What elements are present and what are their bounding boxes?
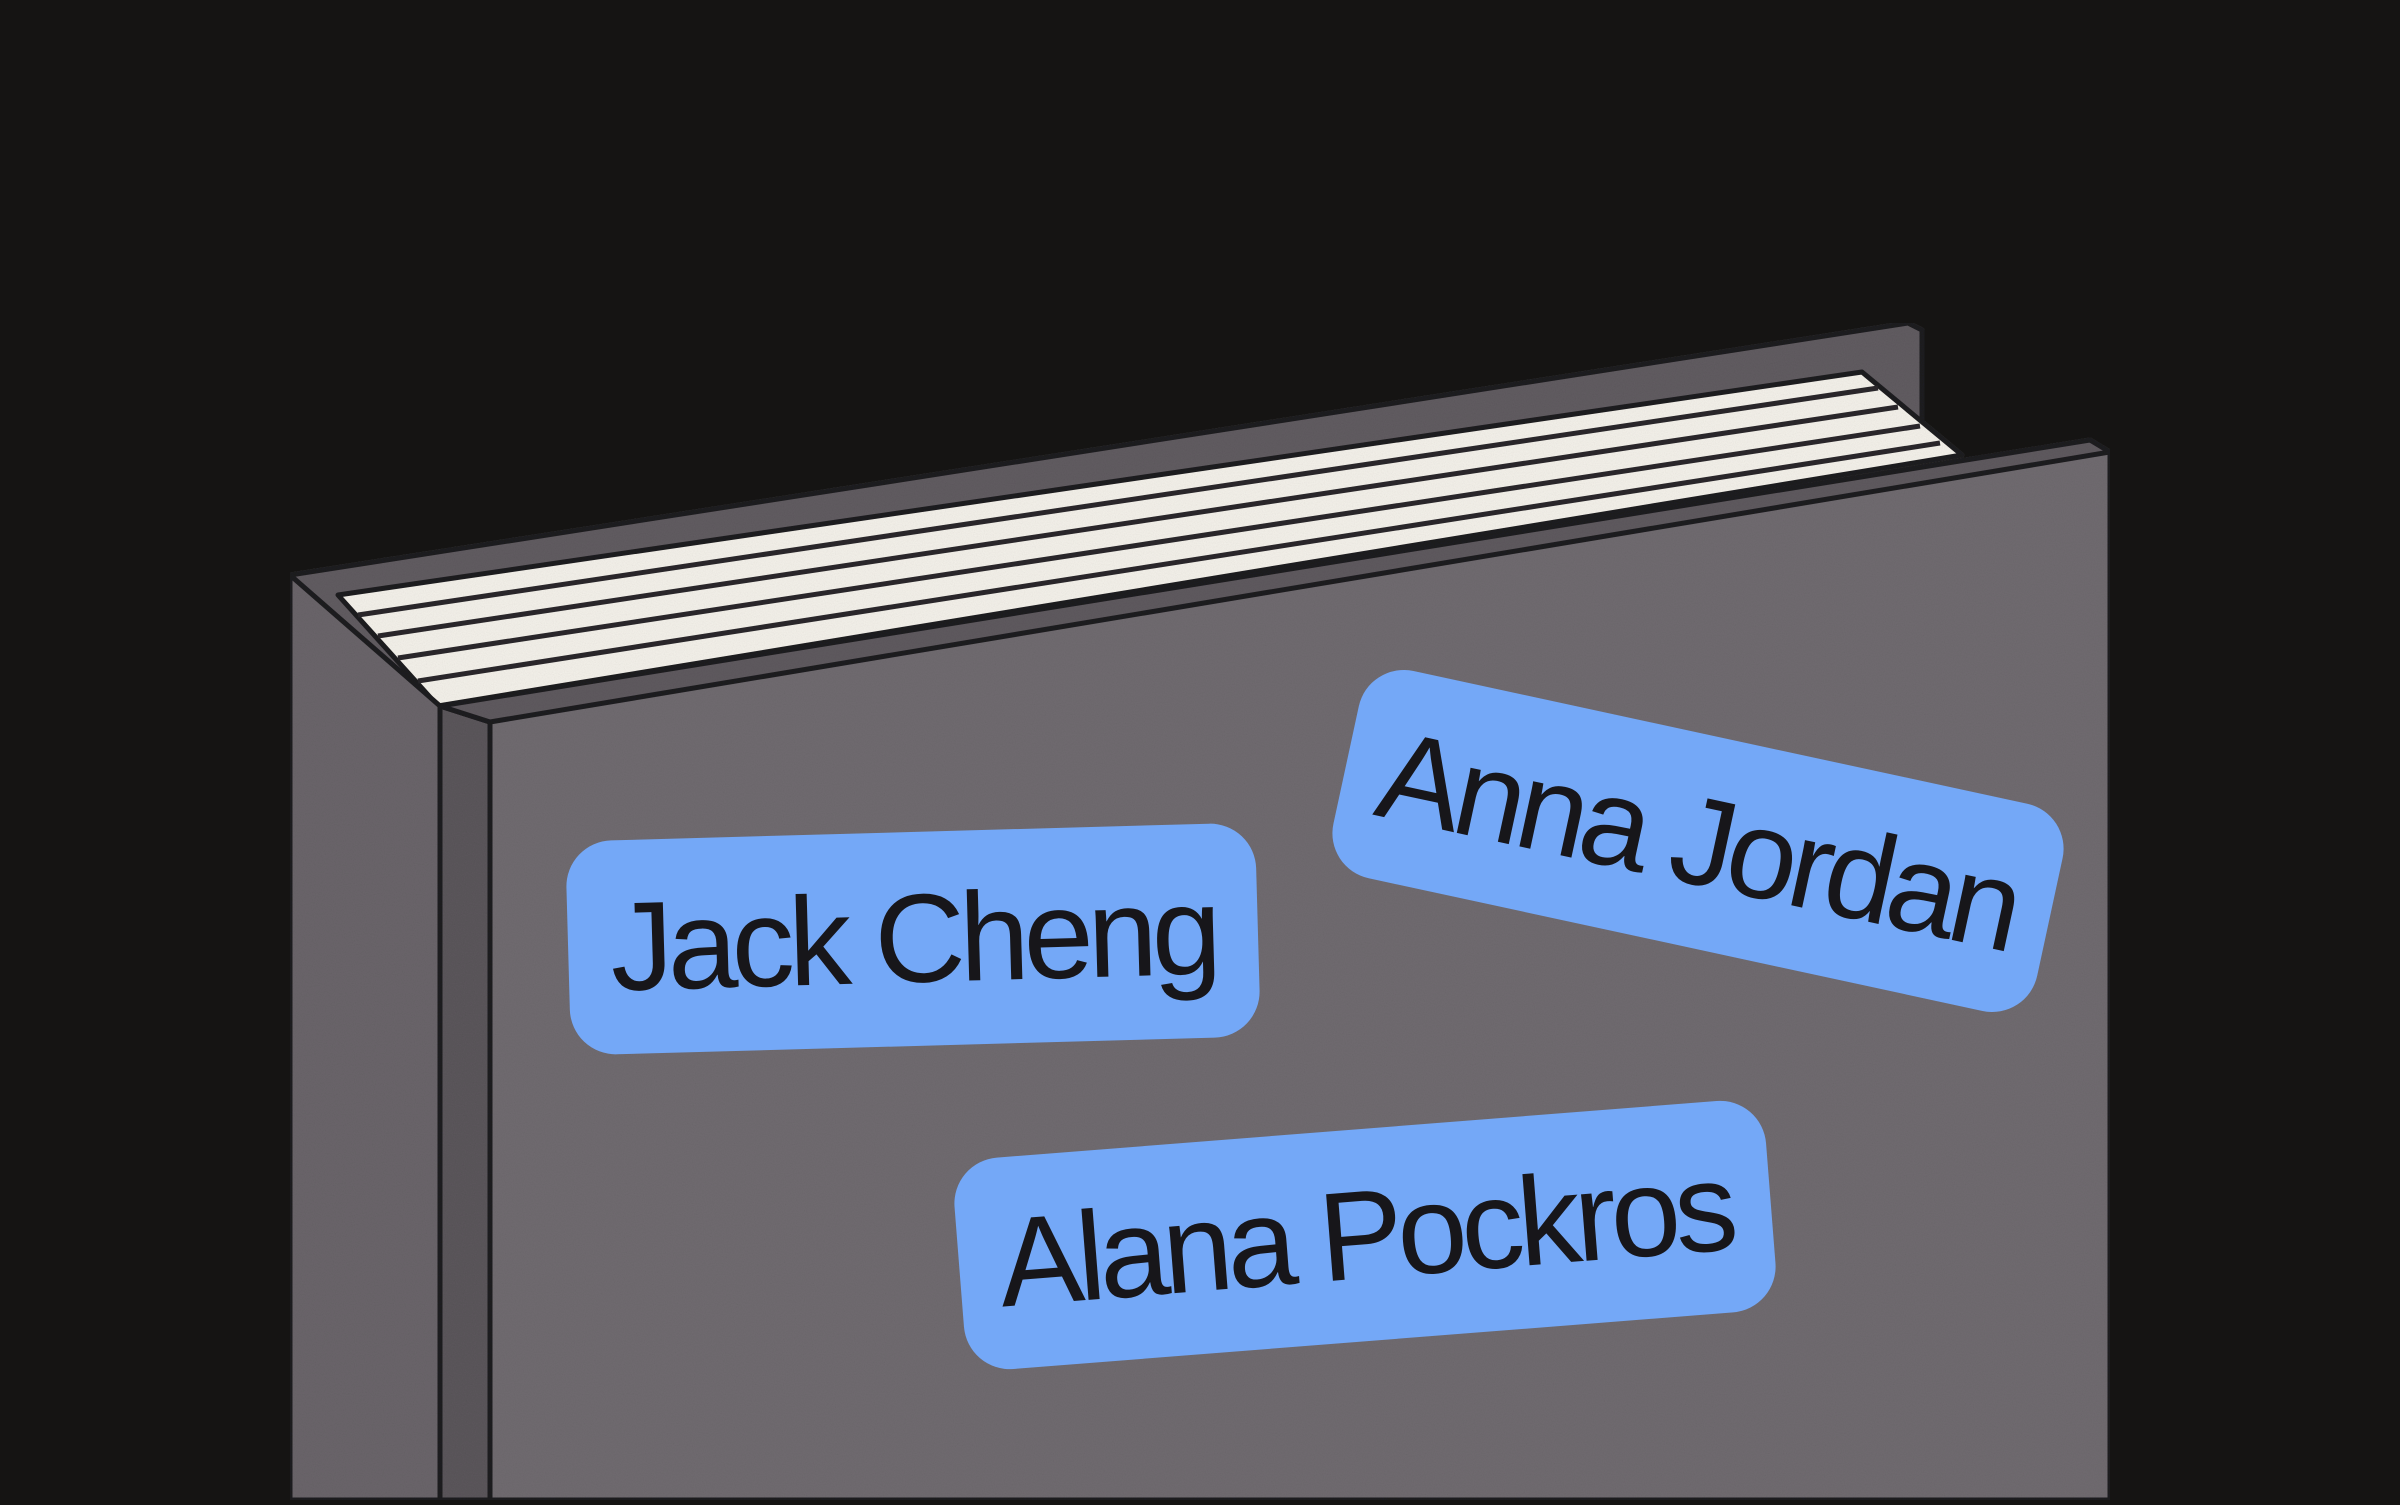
name-tag-label: Jack Cheng	[608, 859, 1218, 1018]
cover-hinge	[437, 703, 493, 1503]
illustration: Jack Cheng Anna Jordan Alana Pockros	[0, 0, 2400, 1503]
name-tag-label: Alana Pockros	[993, 1135, 1737, 1334]
name-tag-jack-cheng: Jack Cheng	[565, 822, 1261, 1056]
spine	[287, 572, 443, 1503]
